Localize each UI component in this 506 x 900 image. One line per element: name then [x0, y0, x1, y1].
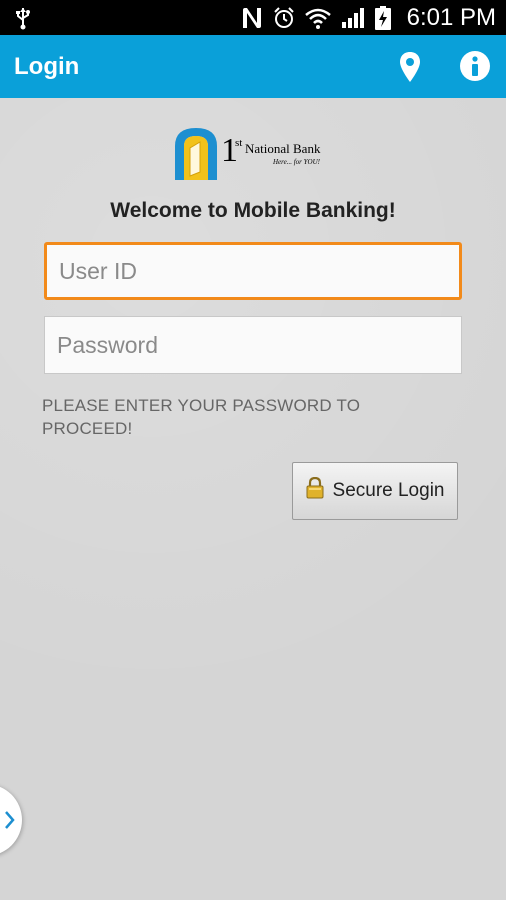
secure-login-button[interactable]: Secure Login	[292, 462, 458, 520]
battery-charging-icon	[374, 5, 391, 30]
usb-icon	[14, 6, 32, 30]
user-id-field-container	[44, 242, 462, 300]
wifi-icon	[304, 7, 331, 29]
bank-logo: 1 st National Bank Here... for YOU!	[173, 126, 333, 180]
location-pin-icon[interactable]	[398, 51, 422, 88]
alarm-icon	[273, 6, 295, 29]
status-bar: 6:01 PM	[0, 0, 506, 35]
info-icon[interactable]	[459, 50, 491, 87]
nfc-icon	[241, 6, 263, 30]
action-bar: Login	[0, 35, 506, 98]
logo-tagline: Here... for YOU!	[273, 158, 320, 166]
logo-bank-name: National Bank	[245, 141, 321, 156]
signal-icon	[341, 7, 365, 29]
chevron-right-icon	[4, 809, 16, 836]
status-time: 6:01 PM	[406, 3, 496, 31]
drawer-handle[interactable]	[0, 784, 22, 856]
secure-login-label: Secure Login	[332, 480, 445, 501]
bank-logo-mark	[175, 128, 217, 180]
page-title: Login	[14, 53, 80, 80]
password-input[interactable]	[45, 317, 461, 373]
user-id-input[interactable]	[47, 245, 459, 297]
welcome-heading: Welcome to Mobile Banking!	[110, 199, 396, 222]
password-field-container	[44, 316, 462, 374]
login-content: 1 st National Bank Here... for YOU! Welc…	[0, 98, 506, 900]
password-hint: PLEASE ENTER YOUR PASSWORD TO PROCEED!	[42, 396, 361, 438]
lock-icon	[306, 476, 324, 505]
logo-superscript: st	[235, 137, 243, 149]
